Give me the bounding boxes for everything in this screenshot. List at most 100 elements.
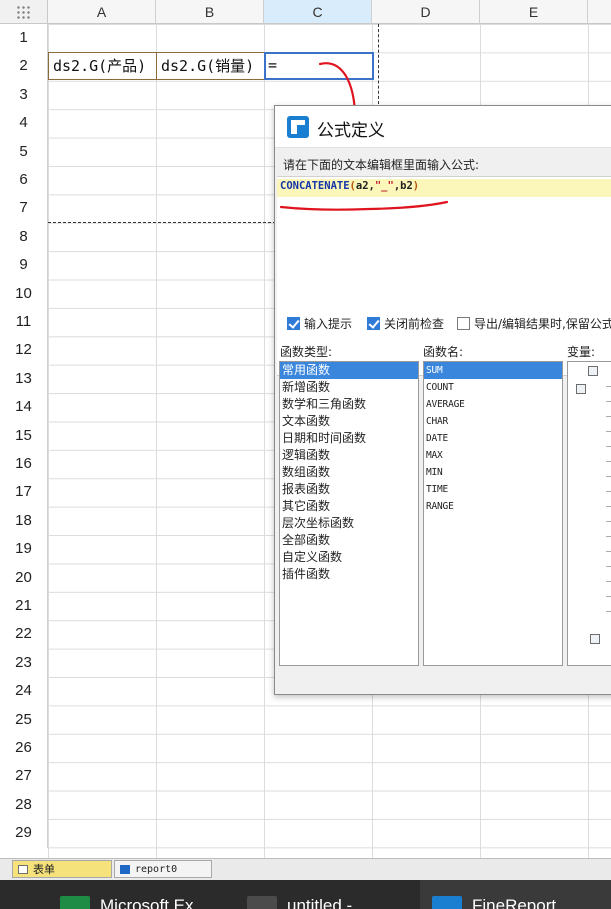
option-label: 导出/编辑结果时,保留公式	[474, 317, 611, 331]
function-name-item[interactable]: CHAR	[424, 413, 562, 430]
checkbox-unchecked-icon[interactable]	[457, 317, 470, 330]
function-category-item[interactable]: 层次坐标函数	[280, 515, 418, 532]
row-header[interactable]: 14	[0, 393, 48, 422]
taskbar-item-sublime[interactable]: untitled -	[247, 880, 407, 909]
checkbox-checked-icon[interactable]	[367, 317, 380, 330]
function-category-item[interactable]: 其它函数	[280, 498, 418, 515]
column-header-a[interactable]: A	[48, 0, 156, 24]
row-header[interactable]: 27	[0, 762, 48, 791]
tree-connector	[606, 611, 611, 612]
column-header-e[interactable]: E	[480, 0, 588, 24]
formula-function: CONCATENATE	[280, 180, 350, 192]
dataset-icon[interactable]	[590, 634, 600, 644]
dialog-title-bar[interactable]: 公式定义	[275, 106, 611, 148]
function-name-item[interactable]: DATE	[424, 430, 562, 447]
function-category-item[interactable]: 数学和三角函数	[280, 396, 418, 413]
column-header-d[interactable]: D	[372, 0, 480, 24]
row-header[interactable]: 15	[0, 421, 48, 450]
sheet-tab-label: 表单	[33, 863, 55, 876]
tree-connector	[606, 581, 611, 582]
tree-connector	[606, 551, 611, 552]
tree-connector	[606, 401, 611, 402]
function-category-item[interactable]: 报表函数	[280, 481, 418, 498]
formula-string: "_"	[374, 180, 394, 192]
dialog-title: 公式定义	[317, 121, 385, 141]
function-name-item[interactable]: COUNT	[424, 379, 562, 396]
row-header[interactable]: 24	[0, 677, 48, 706]
formula-options: 输入提示 关闭前检查 导出/编辑结果时,保留公式	[287, 315, 611, 333]
function-category-item[interactable]: 逻辑函数	[280, 447, 418, 464]
function-name-list[interactable]: SUM COUNT AVERAGE CHAR DATE MAX MIN TIME RANGE	[423, 361, 563, 666]
row-header[interactable]: 23	[0, 648, 48, 678]
column-header-b[interactable]: B	[156, 0, 264, 24]
option-check-before-close[interactable]: 关闭前检查	[367, 315, 444, 332]
row-header[interactable]: 25	[0, 705, 48, 734]
function-category-item[interactable]: 文本函数	[280, 413, 418, 430]
row-header[interactable]: 28	[0, 790, 48, 820]
taskbar-item-excel[interactable]: Microsoft Ex	[60, 880, 230, 909]
row-header[interactable]: 6	[0, 166, 48, 195]
row-header[interactable]: 9	[0, 251, 48, 280]
row-header[interactable]: 10	[0, 279, 48, 308]
row-header[interactable]: 16	[0, 450, 48, 479]
function-category-item[interactable]: 新增函数	[280, 379, 418, 396]
sheet-tab-bar: 表单 report0	[0, 858, 611, 880]
row-header[interactable]: 12	[0, 336, 48, 365]
tree-expand-icon[interactable]	[576, 384, 586, 394]
function-category-list[interactable]: 常用函数 新增函数 数学和三角函数 文本函数 日期和时间函数 逻辑函数 数组函数 报表函数 其它…	[279, 361, 419, 666]
excel-icon	[60, 896, 90, 909]
page-break-horizontal	[48, 222, 276, 223]
dataset-icon[interactable]	[588, 366, 598, 376]
sheet-tab-form[interactable]: 表单	[12, 860, 112, 878]
row-header[interactable]: 1	[0, 24, 48, 53]
option-keep-formula[interactable]: 导出/编辑结果时,保留公式	[457, 315, 611, 332]
function-name-item[interactable]: AVERAGE	[424, 396, 562, 413]
column-header-c[interactable]: C	[264, 0, 372, 24]
row-header[interactable]: 18	[0, 506, 48, 536]
row-header[interactable]: 13	[0, 364, 48, 394]
tree-connector	[606, 491, 611, 492]
function-name-item[interactable]: SUM	[424, 362, 562, 379]
formula-text[interactable]: CONCATENATE(a2,"_",b2)	[280, 180, 419, 192]
option-label: 输入提示	[304, 317, 353, 331]
sheet-tab-report0[interactable]: report0	[114, 860, 212, 878]
column-header-f[interactable]	[588, 0, 611, 24]
os-taskbar: Microsoft Ex untitled - FineReport	[0, 880, 611, 909]
function-category-item[interactable]: 插件函数	[280, 566, 418, 583]
row-header[interactable]: 3	[0, 80, 48, 110]
row-header[interactable]: 22	[0, 620, 48, 649]
tree-connector	[606, 566, 611, 567]
row-header[interactable]: 7	[0, 194, 48, 223]
function-category-item[interactable]: 日期和时间函数	[280, 430, 418, 447]
cell-b2[interactable]: ds2.G(销量)	[156, 52, 265, 80]
variable-tree[interactable]	[567, 361, 611, 666]
row-header[interactable]: 21	[0, 592, 48, 621]
row-header[interactable]: 8	[0, 222, 48, 252]
row-header[interactable]: 29	[0, 819, 48, 848]
function-name-item[interactable]: TIME	[424, 481, 562, 498]
taskbar-item-finereport[interactable]: FineReport	[420, 880, 611, 909]
function-name-item[interactable]: MAX	[424, 447, 562, 464]
row-header[interactable]: 19	[0, 535, 48, 564]
select-all-corner[interactable]	[0, 0, 48, 24]
checkbox-checked-icon[interactable]	[287, 317, 300, 330]
function-category-item[interactable]: 常用函数	[280, 362, 418, 379]
function-name-item[interactable]: MIN	[424, 464, 562, 481]
option-label: 关闭前检查	[384, 317, 445, 331]
option-input-hint[interactable]: 输入提示	[287, 315, 352, 332]
row-header[interactable]: 5	[0, 137, 48, 166]
row-header[interactable]: 11	[0, 308, 48, 337]
row-header[interactable]: 20	[0, 563, 48, 592]
function-category-item[interactable]: 全部函数	[280, 532, 418, 549]
row-header[interactable]: 4	[0, 109, 48, 138]
tree-connector	[606, 416, 611, 417]
row-header[interactable]: 2	[0, 52, 48, 81]
function-category-item[interactable]: 自定义函数	[280, 549, 418, 566]
function-category-item[interactable]: 数组函数	[280, 464, 418, 481]
tree-connector	[606, 431, 611, 432]
row-header[interactable]: 26	[0, 734, 48, 763]
function-name-item[interactable]: RANGE	[424, 498, 562, 515]
cell-a2[interactable]: ds2.G(产品)	[48, 52, 157, 80]
row-header[interactable]: 17	[0, 478, 48, 507]
formula-close-paren: )	[412, 180, 420, 192]
